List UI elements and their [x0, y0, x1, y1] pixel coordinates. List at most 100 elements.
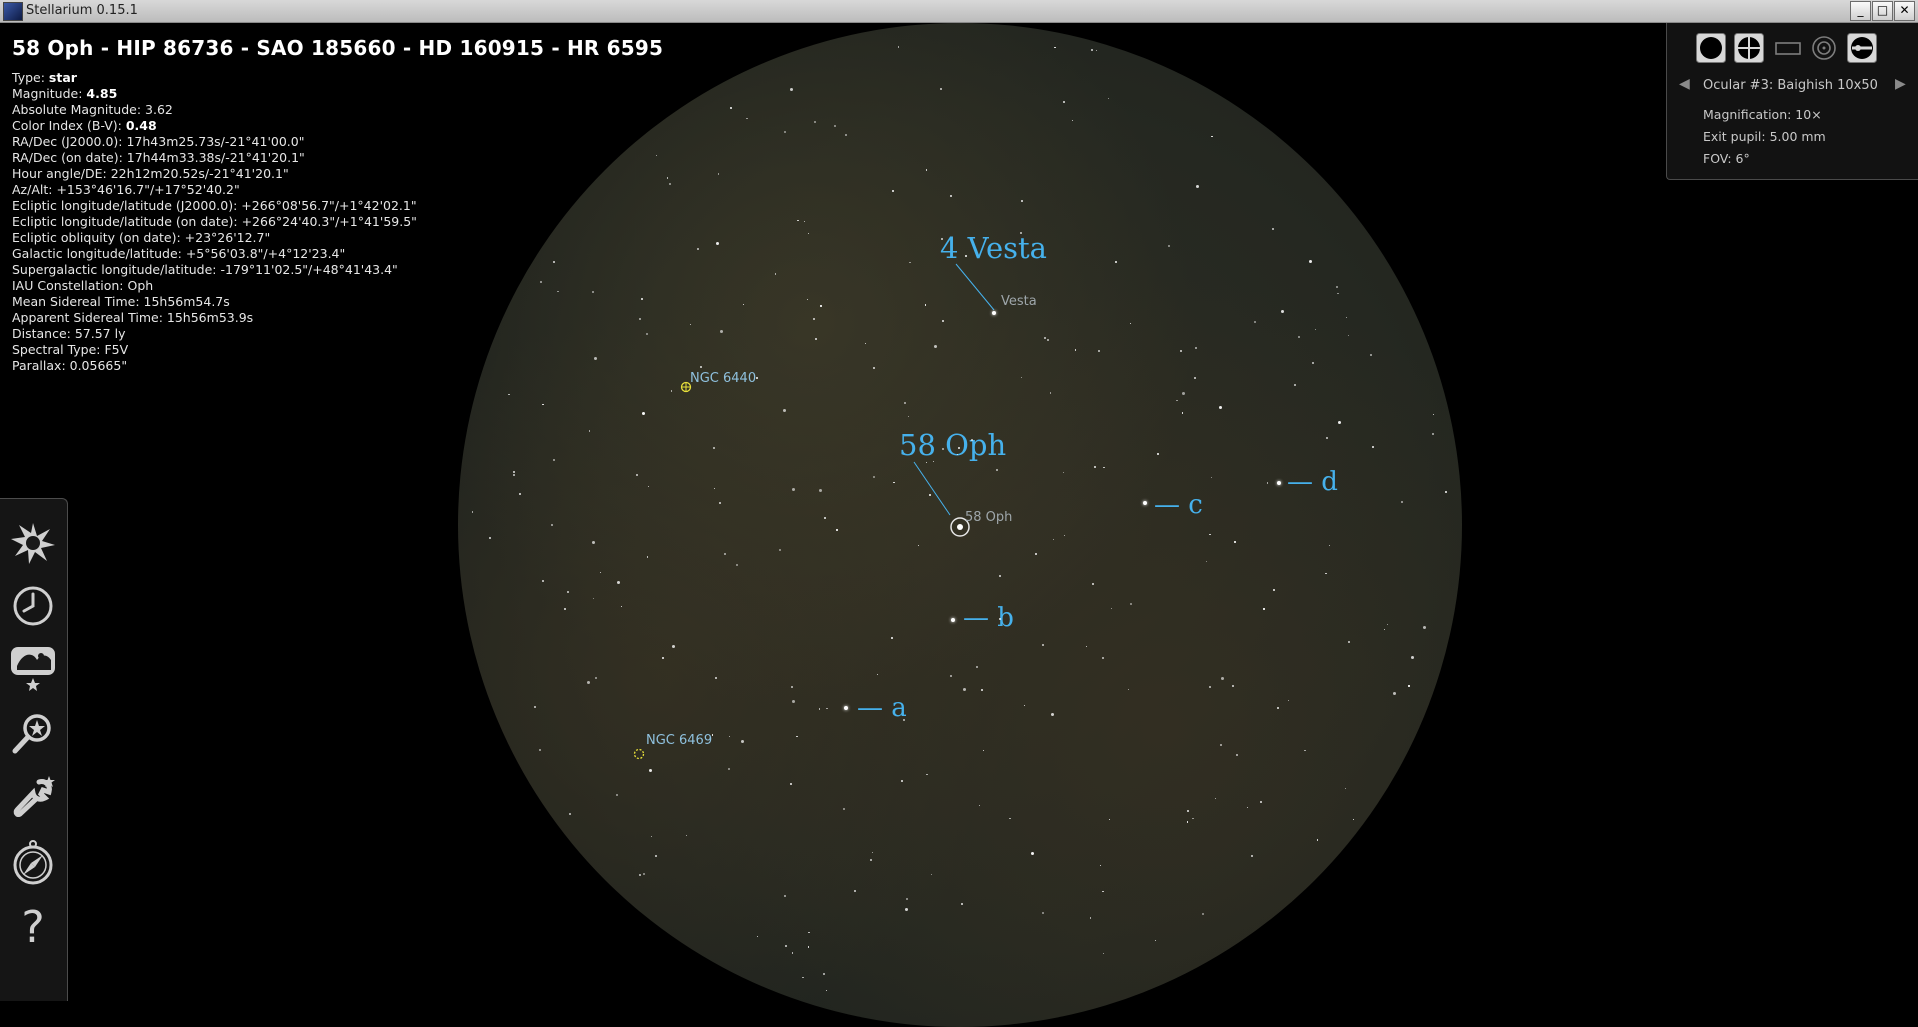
background-star — [1251, 855, 1253, 857]
background-star — [1050, 712, 1054, 716]
info-line: Magnitude: 4.85 — [12, 86, 663, 102]
vesta-marker[interactable] — [992, 311, 996, 315]
info-line: Ecliptic longitude/latitude (J2000.0): +… — [12, 198, 663, 214]
background-star — [1219, 743, 1222, 746]
background-star — [728, 767, 731, 770]
background-star — [1401, 501, 1403, 503]
info-line-value: star — [48, 70, 77, 85]
background-star — [1369, 354, 1372, 356]
ocular-panel: ◀ Ocular #3: Baighish 10x50 ▶ Magnificat… — [1666, 23, 1918, 180]
configuration-window-button[interactable] — [9, 774, 57, 822]
info-line: Spectral Type: F5V — [12, 342, 663, 358]
background-star — [1041, 911, 1044, 914]
star-c-marker[interactable] — [1143, 501, 1147, 505]
background-star — [1253, 320, 1256, 323]
background-star — [1393, 691, 1397, 695]
background-star — [926, 773, 928, 776]
background-star — [833, 125, 836, 128]
info-line-label: Az/Alt: — [12, 182, 57, 197]
info-line-label: Hour angle/DE: — [12, 166, 111, 181]
background-star — [1186, 821, 1188, 823]
background-star — [670, 390, 673, 392]
info-line-label: Ecliptic longitude/latitude (J2000.0): — [12, 198, 242, 213]
info-line-label: RA/Dec (on date): — [12, 150, 127, 165]
sky-viewing-options-button[interactable] — [9, 644, 57, 692]
background-star — [925, 169, 927, 171]
info-line: Distance: 57.57 ly — [12, 326, 663, 342]
background-star — [513, 473, 515, 476]
info-line: RA/Dec (on date): 17h44m33.38s/-21°41'20… — [12, 150, 663, 166]
info-line-label: Supergalactic longitude/latitude: — [12, 262, 221, 277]
info-line-value: 0.05665" — [69, 358, 128, 373]
left-toolbar: ? — [0, 498, 68, 1001]
object-info-panel: 58 Oph - HIP 86736 - SAO 185660 - HD 160… — [12, 36, 663, 374]
background-star — [711, 734, 713, 736]
open-cluster-icon[interactable] — [633, 748, 645, 760]
background-star — [1232, 684, 1235, 687]
minimize-button[interactable]: _ — [1850, 1, 1871, 21]
background-star — [1219, 405, 1223, 409]
background-star — [836, 529, 838, 531]
background-star — [1085, 645, 1087, 647]
star-d-marker[interactable] — [1277, 481, 1281, 485]
info-line-label: Color Index (B-V): — [12, 118, 126, 133]
background-star — [928, 493, 931, 496]
object-info-lines: Type: star Magnitude: 4.85 Absolute Magnit… — [12, 70, 663, 374]
info-line-value: +5°56'03.8"/+4°12'23.4" — [185, 246, 346, 261]
ocular-config-icon[interactable] — [1847, 33, 1877, 63]
background-star — [661, 656, 664, 659]
star-b-marker[interactable] — [951, 618, 955, 622]
58-oph-pointer-line — [913, 461, 951, 516]
telrad-icon[interactable] — [1809, 33, 1839, 63]
background-star — [1114, 261, 1117, 264]
background-star — [723, 552, 726, 555]
close-button[interactable]: ✕ — [1894, 1, 1915, 21]
background-star — [1023, 704, 1025, 706]
star-a-marker[interactable] — [844, 706, 848, 710]
info-line-value: +266°08'56.7"/+1°42'02.1" — [241, 198, 417, 213]
background-star — [1089, 917, 1092, 919]
info-line: Ecliptic longitude/latitude (on date): +… — [12, 214, 663, 230]
background-star — [939, 87, 942, 90]
background-star — [685, 834, 687, 836]
window-title: Stellarium 0.15.1 — [26, 3, 138, 18]
crosshair-icon[interactable] — [1734, 33, 1764, 63]
previous-ocular-arrow[interactable]: ◀ — [1679, 76, 1690, 92]
location-window-button[interactable] — [9, 519, 57, 567]
58-oph-label: 58 Oph — [965, 510, 1013, 525]
background-star — [654, 854, 657, 857]
background-star — [513, 471, 515, 473]
background-star — [588, 430, 590, 432]
background-star — [1167, 244, 1170, 247]
info-line: Ecliptic obliquity (on date): +23°26'12.… — [12, 230, 663, 246]
ocular-exit-pupil: Exit pupil: 5.00 mm — [1703, 129, 1826, 144]
background-star — [1092, 582, 1094, 585]
search-window-button[interactable] — [9, 709, 57, 757]
background-star — [1192, 817, 1194, 819]
background-star — [542, 403, 544, 406]
background-star — [1054, 46, 1056, 48]
maximize-button[interactable]: □ — [1872, 1, 1893, 21]
background-star — [995, 468, 998, 471]
help-window-button-compass[interactable] — [9, 839, 57, 887]
sky-options-icon — [11, 647, 55, 691]
sensor-frame-icon[interactable] — [1773, 33, 1803, 63]
background-star — [1408, 685, 1410, 687]
background-star — [740, 739, 744, 743]
wrench-icon — [13, 776, 55, 817]
info-line-label: Absolute Magnitude: — [12, 102, 146, 117]
background-star — [909, 261, 911, 263]
background-star — [1091, 48, 1093, 51]
background-star — [1276, 706, 1279, 709]
date-time-window-button[interactable] — [9, 582, 57, 630]
ocular-view-icon[interactable] — [1696, 33, 1726, 63]
58-oph-designation-label: 58 Oph — [899, 428, 1007, 462]
background-star — [720, 329, 724, 333]
background-star — [1020, 376, 1023, 378]
next-ocular-arrow[interactable]: ▶ — [1895, 76, 1906, 92]
info-line-label: Ecliptic obliquity (on date): — [12, 230, 185, 245]
info-line-value: 17h44m33.38s/-21°41'20.1" — [126, 150, 305, 165]
help-button[interactable]: ? — [9, 904, 57, 952]
background-star — [488, 536, 491, 539]
background-star — [1071, 119, 1073, 122]
